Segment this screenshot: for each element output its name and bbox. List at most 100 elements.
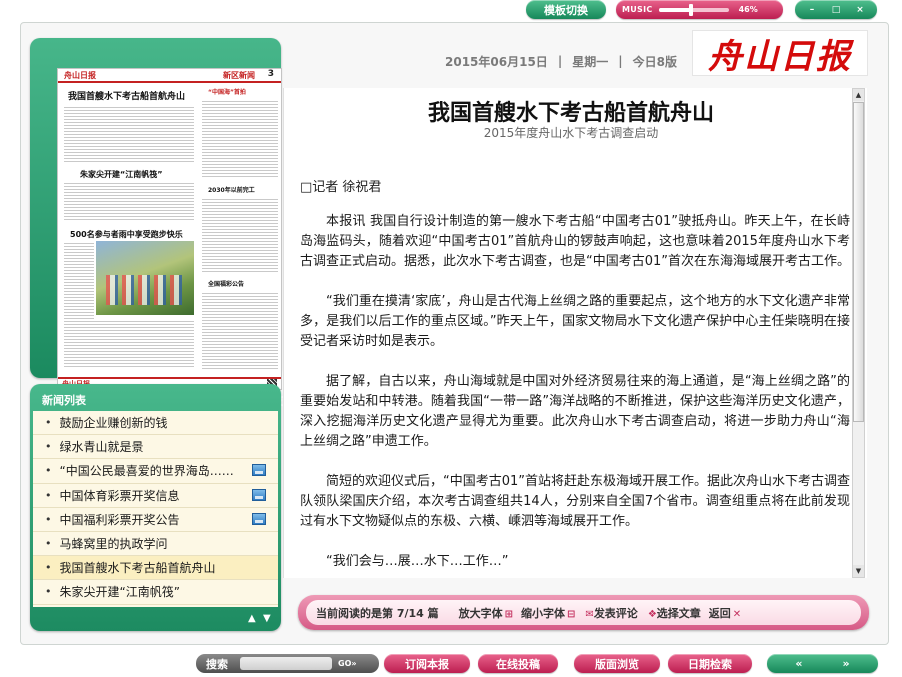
news-item-label: 朱家尖开建“江南帆筏” <box>59 585 180 600</box>
select-article-label: 选择文章 <box>656 606 701 620</box>
enlarge-font-label: 放大字体 <box>458 606 503 620</box>
news-item[interactable]: 鼓励企业赚创新的钱 <box>33 411 278 436</box>
comment-label: 发表评论 <box>593 606 638 620</box>
date-bar: 2015年06月15日 | 星期一 | 今日8版 <box>445 51 677 71</box>
news-list-title: 新闻列表 <box>42 394 86 407</box>
maximize-icon[interactable]: □ <box>829 5 843 15</box>
news-list: 鼓励企业赚创新的钱 绿水青山就是景 “中国公民最喜爱的世界海岛…… 中国体育彩票… <box>33 411 278 607</box>
thumb-text-block <box>202 197 278 273</box>
news-item[interactable]: 绿水青山就是景 <box>33 435 278 460</box>
music-volume-knob[interactable] <box>688 3 693 16</box>
close-icon[interactable]: × <box>853 5 867 15</box>
article-view: 我国首艘水下考古船首航舟山 2015年度舟山水下考古调查启动 □记者 徐祝君 本… <box>283 88 867 578</box>
thumb-headline-2[interactable]: 朱家尖开建“江南帆筏” <box>80 169 163 180</box>
scroll-up-arrow-icon[interactable]: ▲ <box>853 89 864 101</box>
comment-button[interactable]: ✉发表评论 <box>583 605 637 621</box>
news-item-label: 绿水青山就是景 <box>59 440 144 455</box>
thumb-photo <box>96 241 194 315</box>
scroll-up-icon[interactable]: ▲ <box>248 613 256 624</box>
thumb-text-block <box>202 291 278 369</box>
music-volume-slider[interactable] <box>658 3 729 16</box>
submit-article-button[interactable]: 在线投稿 <box>478 654 558 673</box>
thumb-headline-main[interactable]: 我国首艘水下考古船首航舟山 <box>68 89 185 102</box>
image-icon <box>252 464 266 477</box>
template-switch-button[interactable]: 模板切换 <box>526 0 606 19</box>
thumb-section: 新区新闻 <box>223 71 255 80</box>
article-body: 本报讯 我国自行设计制造的第一艘水下考古船“中国考古01”驶抵舟山。昨天上午，在… <box>300 212 850 578</box>
news-item-label: 马蜂窝里的执政学问 <box>59 537 168 552</box>
separator: | <box>557 54 563 68</box>
reading-toolbar: 当前阅读的是第 7/14 篇 放大字体 ⊞ 缩小字体 ⊟ ✉发表评论 ❖选择文章 返… <box>298 595 869 630</box>
prev-page-icon[interactable]: « <box>795 657 802 670</box>
thumb-text-block <box>64 181 194 221</box>
minimize-icon[interactable]: – <box>805 5 819 15</box>
thumb-page-number: 3 <box>267 69 274 79</box>
news-item-active[interactable]: 我国首艘水下考古船首航舟山 <box>33 556 278 581</box>
article-scrollbar[interactable]: ▲ ▼ <box>852 88 865 578</box>
issue-date: 2015年06月15日 <box>445 54 548 69</box>
article-subtitle: 2015年度舟山水下考古调查启动 <box>483 126 659 140</box>
next-page-icon[interactable]: » <box>843 657 850 670</box>
page-nav: « » <box>767 654 878 673</box>
news-item-label: “中国公民最喜爱的世界海岛…… <box>59 464 234 479</box>
close-icon: ✕ <box>732 608 742 620</box>
article-byline: □记者 徐祝君 <box>300 180 382 195</box>
scroll-down-icon[interactable]: ▼ <box>263 613 271 624</box>
article-paragraph: 本报讯 我国自行设计制造的第一艘水下考古船“中国考古01”驶抵舟山。昨天上午，在… <box>300 214 851 269</box>
page-browse-button[interactable]: 版面浏览 <box>574 654 660 673</box>
thumb-text-block <box>202 99 278 179</box>
issue-edition: 今日8版 <box>632 54 677 69</box>
thumb-side-head: “中国海”首拍 <box>208 89 246 96</box>
enlarge-font-button[interactable]: 放大字体 ⊞ <box>459 605 513 621</box>
music-label: MUSIC <box>622 5 653 14</box>
image-icon <box>252 488 266 501</box>
chevron-down-icon: ❖ <box>647 608 657 620</box>
thumb-text-block <box>64 105 194 163</box>
minus-icon: ⊟ <box>567 608 576 620</box>
masthead-logo: 舟山日报 <box>692 30 868 77</box>
thumb-headline-3[interactable]: 500名参与者雨中享受跑步快乐 <box>70 229 183 240</box>
thumb-header: 舟山日报 新区新闻 3 <box>58 69 281 83</box>
news-item[interactable]: 中国体育彩票开奖信息 <box>33 484 278 508</box>
subscribe-button[interactable]: 订阅本报 <box>384 654 470 673</box>
search-label: 搜索 <box>206 657 228 671</box>
select-article-button[interactable]: ❖选择文章 <box>646 605 701 621</box>
search-input[interactable] <box>240 657 332 670</box>
news-item[interactable]: 朱家尖开建“江南帆筏” <box>33 580 278 605</box>
search-go-button[interactable]: GO» <box>338 659 357 668</box>
music-volume-fill <box>658 7 691 12</box>
back-label: 返回 <box>708 606 731 620</box>
window-controls: – □ × <box>795 0 877 19</box>
search-bar: 搜索 GO» <box>196 654 379 673</box>
news-item-label: 我国首艘水下考古船首航舟山 <box>59 561 216 576</box>
news-item-label: 中国体育彩票开奖信息 <box>59 488 180 503</box>
news-item[interactable]: “中国公民最喜爱的世界海岛…… <box>33 459 278 484</box>
issue-weekday: 星期一 <box>572 54 609 69</box>
article-paragraph: “我们会与…展…水下…工作…” <box>326 554 509 569</box>
page-thumbnail[interactable]: 舟山日报 新区新闻 3 我国首艘水下考古船首航舟山 朱家尖开建“江南帆筏” 50… <box>57 68 282 390</box>
image-icon <box>252 512 266 525</box>
thumb-side-head: 2030年以前完工 <box>208 187 255 194</box>
article-paragraph: “我们重在摸清‘家底’，舟山是古代海上丝绸之路的重要起点，这个地方的水下文化遗产… <box>300 294 850 349</box>
page-thumbnail-panel: 舟山日报 新区新闻 3 我国首艘水下考古船首航舟山 朱家尖开建“江南帆筏” 50… <box>30 38 289 411</box>
article-paragraph: 简短的欢迎仪式后，“中国考古01”首站将赶赴东极海域开展工作。据此次舟山水下考古… <box>300 474 851 529</box>
news-item-label: 中国福利彩票开奖公告 <box>59 512 180 527</box>
music-control[interactable]: MUSIC 46% <box>616 0 783 19</box>
thumb-logo: 舟山日报 <box>64 71 96 80</box>
date-search-button[interactable]: 日期检索 <box>668 654 752 673</box>
comment-icon: ✉ <box>585 608 594 620</box>
music-percent: 46% <box>738 5 758 14</box>
separator: | <box>618 54 623 68</box>
news-item[interactable]: 中国福利彩票开奖公告 <box>33 508 278 532</box>
news-item[interactable]: 马蜂窝里的执政学问 <box>33 532 278 557</box>
news-list-panel: 新闻列表 鼓励企业赚创新的钱 绿水青山就是景 “中国公民最喜爱的世界海岛…… 中… <box>30 384 281 631</box>
reading-toolbar-inner: 当前阅读的是第 7/14 篇 放大字体 ⊞ 缩小字体 ⊟ ✉发表评论 ❖选择文章 返… <box>306 600 861 625</box>
scroll-down-arrow-icon[interactable]: ▼ <box>853 565 864 577</box>
shrink-font-button[interactable]: 缩小字体 ⊟ <box>521 605 575 621</box>
back-button[interactable]: 返回 ✕ <box>709 605 741 621</box>
article-paragraph: 据了解，自古以来，舟山海域就是中国对外经济贸易往来的海上通道，是“海上丝绸之路”… <box>300 374 850 449</box>
thumb-text-block <box>64 319 194 367</box>
article-title: 我国首艘水下考古船首航舟山 <box>427 100 714 126</box>
scrollbar-thumb[interactable] <box>853 102 864 422</box>
plus-icon: ⊞ <box>504 608 514 620</box>
